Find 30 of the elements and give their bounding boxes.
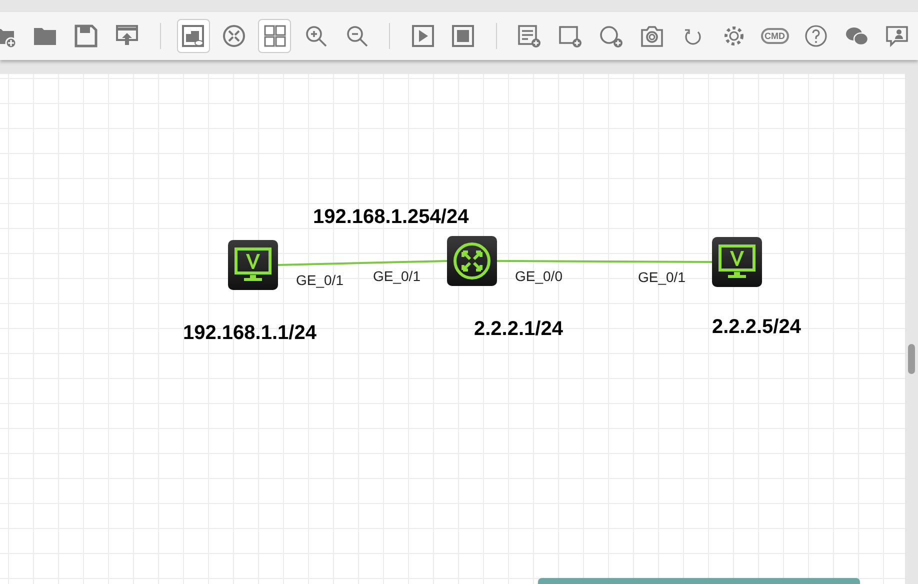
list-plus-icon [517, 24, 542, 48]
ip-address-label: 2.2.2.1/24 [474, 317, 563, 342]
play-icon [410, 24, 435, 48]
pc-node[interactable] [228, 240, 278, 290]
stop-icon [451, 24, 476, 48]
toolbar-button[interactable] [258, 19, 292, 53]
port-label: GE_0/1 [373, 267, 420, 286]
grid-icon [262, 24, 287, 48]
port-label: GE_0/1 [638, 268, 686, 287]
port-label: GE_0/1 [296, 271, 344, 290]
toolbar-button[interactable]: CMD [758, 19, 792, 53]
export-icon [115, 24, 140, 48]
toolbar-button[interactable] [176, 19, 210, 53]
save-icon [74, 24, 98, 48]
router-node[interactable] [447, 236, 497, 286]
settings-icon [722, 24, 746, 48]
ip-address-label: 192.168.1.1/24 [183, 321, 316, 346]
ip-address-label: 192.168.1.254/24 [313, 205, 469, 230]
circle-plus-icon [599, 24, 624, 48]
pc-node[interactable] [712, 237, 762, 287]
router-eye-icon [222, 24, 246, 48]
zoom-in-icon [304, 24, 328, 48]
port-label: GE_0/0 [515, 267, 562, 286]
zoom-out-icon [344, 24, 369, 48]
ip-address-label: 2.2.2.5/24 [712, 315, 801, 340]
screen-eye-icon [181, 24, 206, 48]
square-plus-icon [558, 24, 582, 48]
camera-icon [640, 24, 664, 48]
feedback-icon [885, 24, 910, 48]
help-icon [804, 24, 828, 48]
